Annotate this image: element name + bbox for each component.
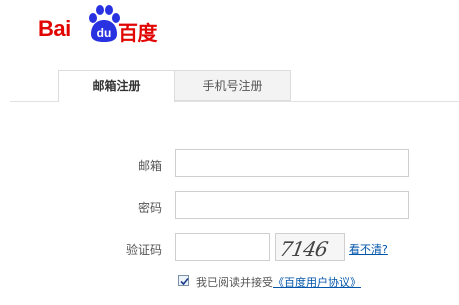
email-field[interactable]	[175, 149, 409, 177]
email-label: 邮箱	[137, 159, 162, 173]
captcha-image[interactable]: 7146	[275, 233, 345, 261]
tab-phone-register[interactable]: 手机号注册	[175, 70, 291, 101]
user-agreement-link[interactable]: 《百度用户协议》	[273, 276, 361, 289]
agreement-text-wrap: 我已阅读并接受《百度用户协议》	[196, 274, 361, 290]
password-field[interactable]	[175, 191, 409, 219]
captcha-label: 验证码	[125, 243, 162, 257]
captcha-field[interactable]	[175, 233, 270, 261]
captcha-image-text: 7146	[277, 237, 330, 261]
paw-icon: du	[89, 5, 120, 42]
agreement-checkbox[interactable]	[178, 275, 189, 286]
password-label: 密码	[137, 201, 162, 215]
paw-text: du	[97, 26, 112, 40]
baidu-logo[interactable]: Bai du 百度	[38, 4, 168, 46]
agreement-text: 我已阅读并接受	[196, 276, 273, 289]
tab-email-register[interactable]: 邮箱注册	[58, 70, 175, 102]
logo-text-chinese: 百度	[118, 23, 158, 45]
refresh-captcha-link[interactable]: 看不清?	[349, 241, 388, 257]
check-icon	[180, 277, 189, 286]
logo-text-latin: Bai	[38, 16, 71, 41]
